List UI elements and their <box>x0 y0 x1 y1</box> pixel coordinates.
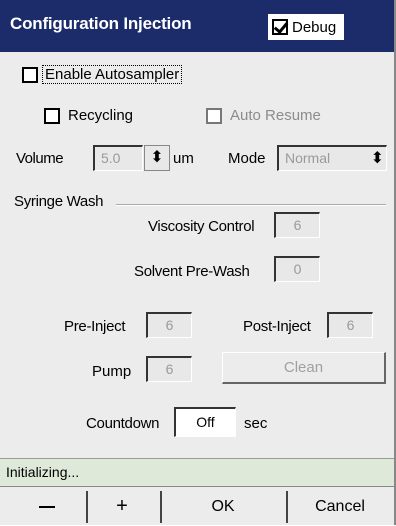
volume-unit: um <box>173 150 194 167</box>
enable-autosampler-label: Enable Autosampler <box>42 65 183 84</box>
minus-icon <box>39 505 55 508</box>
pump-input[interactable]: 6 <box>146 356 192 382</box>
post-inject-input[interactable]: 6 <box>327 312 373 338</box>
solvent-prewash-input[interactable]: 0 <box>274 256 320 282</box>
window-title: Configuration Injection <box>10 14 192 33</box>
separator <box>286 491 288 523</box>
recycling-label: Recycling <box>68 107 134 124</box>
increment-button[interactable]: + <box>90 487 154 526</box>
checkbox-icon <box>22 66 38 83</box>
bottom-toolbar: + OK Cancel <box>0 486 394 525</box>
checkbox-icon <box>44 107 60 124</box>
section-divider <box>116 204 386 206</box>
status-bar: Initializing... <box>0 458 394 486</box>
separator <box>86 491 88 523</box>
debug-label: Debug <box>292 18 337 36</box>
viscosity-label: Viscosity Control <box>148 218 255 235</box>
volume-input[interactable]: 5.0 <box>93 145 143 171</box>
volume-label: Volume <box>16 150 64 167</box>
pre-inject-label: Pre-Inject <box>64 318 126 335</box>
solvent-prewash-label: Solvent Pre-Wash <box>134 263 250 280</box>
separator <box>160 491 162 523</box>
countdown-label: Countdown <box>86 415 160 432</box>
spin-arrows-icon: ⬍ <box>150 149 164 166</box>
decrement-button[interactable] <box>14 487 80 526</box>
mode-select[interactable]: Normal ⬍ <box>277 145 387 171</box>
checkbox-icon <box>206 107 222 124</box>
debug-checkbox[interactable]: Debug <box>268 14 345 40</box>
countdown-unit: sec <box>244 415 268 432</box>
pre-inject-input[interactable]: 6 <box>146 312 192 338</box>
checkbox-checked-icon <box>272 19 288 35</box>
config-window: Configuration Injection Debug Enable Aut… <box>0 0 396 525</box>
spin-arrows-icon: ⬍ <box>370 150 384 167</box>
syringe-wash-section-label: Syringe Wash <box>14 193 104 210</box>
countdown-input[interactable]: Off <box>174 407 236 437</box>
clean-button[interactable]: Clean <box>222 352 386 384</box>
enable-autosampler-checkbox[interactable]: Enable Autosampler <box>22 65 183 84</box>
pump-label: Pump <box>92 363 132 380</box>
post-inject-label: Post-Inject <box>243 318 311 335</box>
auto-resume-checkbox[interactable]: Auto Resume <box>206 107 321 124</box>
ok-button[interactable]: OK <box>164 487 282 526</box>
mode-label: Mode <box>228 150 266 167</box>
recycling-checkbox[interactable]: Recycling <box>44 107 133 124</box>
mode-value: Normal <box>285 150 331 166</box>
cancel-button[interactable]: Cancel <box>290 487 390 526</box>
viscosity-input[interactable]: 6 <box>274 212 320 238</box>
volume-spinner[interactable]: ⬍ <box>144 145 170 171</box>
auto-resume-label: Auto Resume <box>230 107 321 124</box>
titlebar: Configuration Injection Debug <box>0 0 394 52</box>
